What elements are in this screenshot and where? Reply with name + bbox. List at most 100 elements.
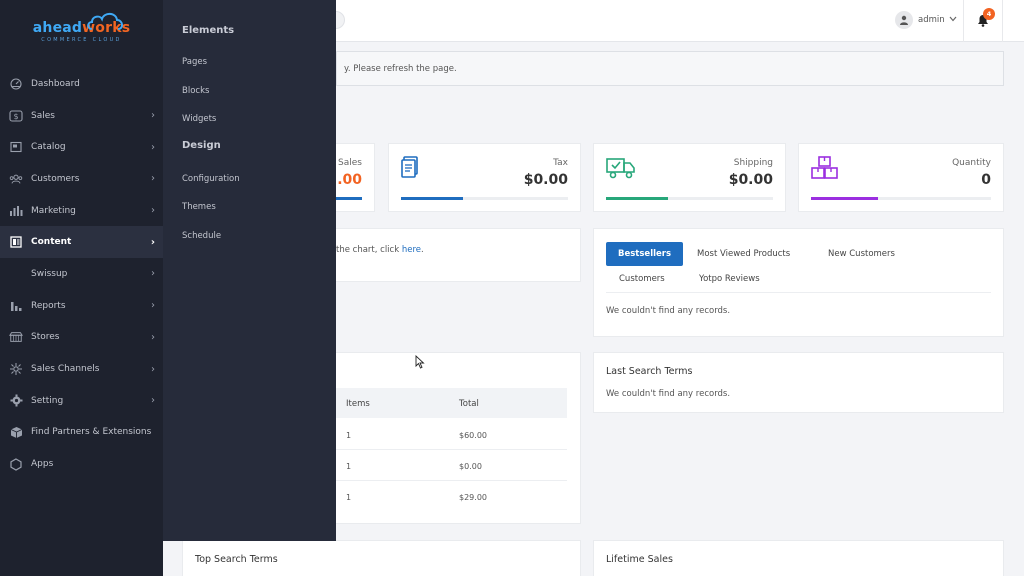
tab-bestsellers[interactable]: Bestsellers (606, 242, 684, 266)
sales-channels-icon (9, 362, 23, 376)
admin-sidebar: aheadworks COMMERCE CLOUD Dashboard $ Sa… (0, 0, 163, 576)
sidebar-item-setting[interactable]: Setting › (0, 385, 163, 417)
submenu-item-configuration[interactable]: Configuration (182, 165, 336, 194)
sidebar-nav: Dashboard $ Sales › Catalog › Customers … (0, 68, 163, 480)
table-row[interactable]: 1 $0.00 (336, 450, 567, 481)
last-search-empty-text: We couldn't find any records. (606, 389, 731, 399)
sidebar-item-label: Dashboard (31, 78, 80, 89)
stat-card-quantity: Quantity 0 (798, 143, 1004, 212)
lifetime-sales-title: Lifetime Sales (606, 554, 673, 565)
sidebar-item-label: Stores (31, 332, 60, 343)
submenu-item-blocks[interactable]: Blocks (182, 77, 336, 106)
chevron-right-icon: › (151, 268, 155, 280)
row-items: 1 (346, 493, 352, 502)
stores-icon (9, 330, 23, 344)
dashboard-icon (9, 77, 23, 91)
chevron-right-icon: › (151, 331, 155, 343)
stat-value: 0 (981, 172, 991, 188)
stat-value: .00 (337, 172, 362, 188)
stat-card-shipping: Shipping $0.00 (593, 143, 786, 212)
user-name: admin (918, 15, 945, 25)
row-total: $29.00 (459, 493, 487, 502)
sidebar-item-reports[interactable]: Reports › (0, 290, 163, 322)
submenu-item-widgets[interactable]: Widgets (182, 105, 336, 134)
sidebar-item-label: Catalog (31, 142, 66, 153)
stat-value: $0.00 (728, 172, 773, 188)
cloud-logo-icon (87, 12, 123, 30)
sidebar-item-sales-channels[interactable]: Sales Channels › (0, 353, 163, 385)
chevron-right-icon: › (151, 205, 155, 217)
chevron-right-icon: › (151, 395, 155, 407)
table-row[interactable]: 1 $29.00 (336, 481, 567, 512)
invoice-icon (401, 156, 419, 182)
chevron-right-icon: › (151, 173, 155, 185)
row-items: 1 (346, 462, 352, 471)
partners-icon (9, 425, 23, 439)
sidebar-item-customers[interactable]: Customers › (0, 163, 163, 195)
sidebar-item-catalog[interactable]: Catalog › (0, 131, 163, 163)
stat-card-tax: Tax $0.00 (388, 143, 581, 212)
submenu-item-pages[interactable]: Pages (182, 48, 336, 77)
submenu-heading-design: Design (182, 140, 221, 151)
sidebar-item-swissup[interactable]: Swissup › (0, 258, 163, 290)
stat-progress (401, 197, 568, 200)
tabs-empty-text: We couldn't find any records. (606, 306, 731, 316)
stat-label: Shipping (733, 158, 773, 168)
dollar-icon: $ (9, 109, 23, 123)
stat-value: $0.00 (523, 172, 568, 188)
row-total: $0.00 (459, 462, 482, 471)
sidebar-item-sales[interactable]: $ Sales › (0, 100, 163, 132)
gear-icon (9, 394, 23, 408)
column-header-total: Total (459, 399, 479, 409)
notification-count-badge: 4 (983, 8, 995, 20)
table-row[interactable]: 1 $60.00 (336, 419, 567, 450)
user-menu[interactable]: admin (895, 11, 957, 29)
stat-progress (811, 197, 991, 200)
submenu-item-schedule[interactable]: Schedule (182, 222, 336, 251)
chevron-right-icon: › (151, 110, 155, 122)
sidebar-item-label: Setting (31, 395, 64, 406)
sidebar-item-content[interactable]: Content › (0, 226, 163, 259)
marketing-icon (9, 204, 23, 218)
submenu-item-themes[interactable]: Themes (182, 193, 336, 222)
tab-yotpo-reviews[interactable]: Yotpo Reviews (699, 267, 760, 291)
stat-progress (336, 197, 362, 200)
enable-chart-link[interactable]: here (402, 245, 421, 255)
sidebar-item-label: Sales (31, 110, 55, 121)
top-search-terms-title: Top Search Terms (195, 554, 278, 565)
sidebar-item-stores[interactable]: Stores › (0, 322, 163, 354)
reports-icon (9, 299, 23, 313)
stat-label: Sales (338, 158, 362, 168)
stat-label: Quantity (952, 158, 991, 168)
tab-new-customers[interactable]: New Customers (828, 242, 895, 266)
sidebar-item-label: Marketing (31, 205, 76, 216)
avatar (895, 11, 913, 29)
svg-text:$: $ (13, 112, 18, 121)
notifications-button[interactable]: 4 (963, 0, 1003, 42)
stat-card-sales: Sales .00 (336, 143, 375, 212)
sidebar-item-label: Find Partners & Extensions (31, 427, 152, 438)
tabs-card: Bestsellers Most Viewed Products New Cus… (593, 228, 1004, 337)
top-search-terms-card: Top Search Terms (182, 540, 581, 576)
tab-customers[interactable]: Customers (619, 267, 665, 291)
row-items: 1 (346, 431, 352, 440)
lifetime-sales-card: Lifetime Sales (593, 540, 1004, 576)
stat-progress (606, 197, 773, 200)
chevron-down-icon (949, 15, 957, 25)
sidebar-item-find-partners[interactable]: Find Partners & Extensions (0, 417, 163, 449)
truck-icon (606, 156, 636, 184)
tab-most-viewed-products[interactable]: Most Viewed Products (697, 242, 790, 266)
sidebar-item-label: Sales Channels (31, 364, 100, 375)
tabs-divider (606, 292, 991, 293)
sidebar-item-dashboard[interactable]: Dashboard (0, 68, 163, 100)
sidebar-item-label: Swissup (31, 268, 68, 279)
chevron-right-icon: › (151, 300, 155, 312)
last-search-terms-title: Last Search Terms (606, 366, 693, 377)
logo[interactable]: aheadworks COMMERCE CLOUD (0, 0, 163, 62)
sidebar-item-apps[interactable]: Apps (0, 448, 163, 480)
column-header-items: Items (346, 399, 370, 409)
system-message: y. Please refresh the page. (336, 51, 1004, 86)
sidebar-item-marketing[interactable]: Marketing › (0, 195, 163, 227)
sidebar-item-label: Customers (31, 173, 80, 184)
sidebar-item-label: Apps (31, 459, 54, 470)
